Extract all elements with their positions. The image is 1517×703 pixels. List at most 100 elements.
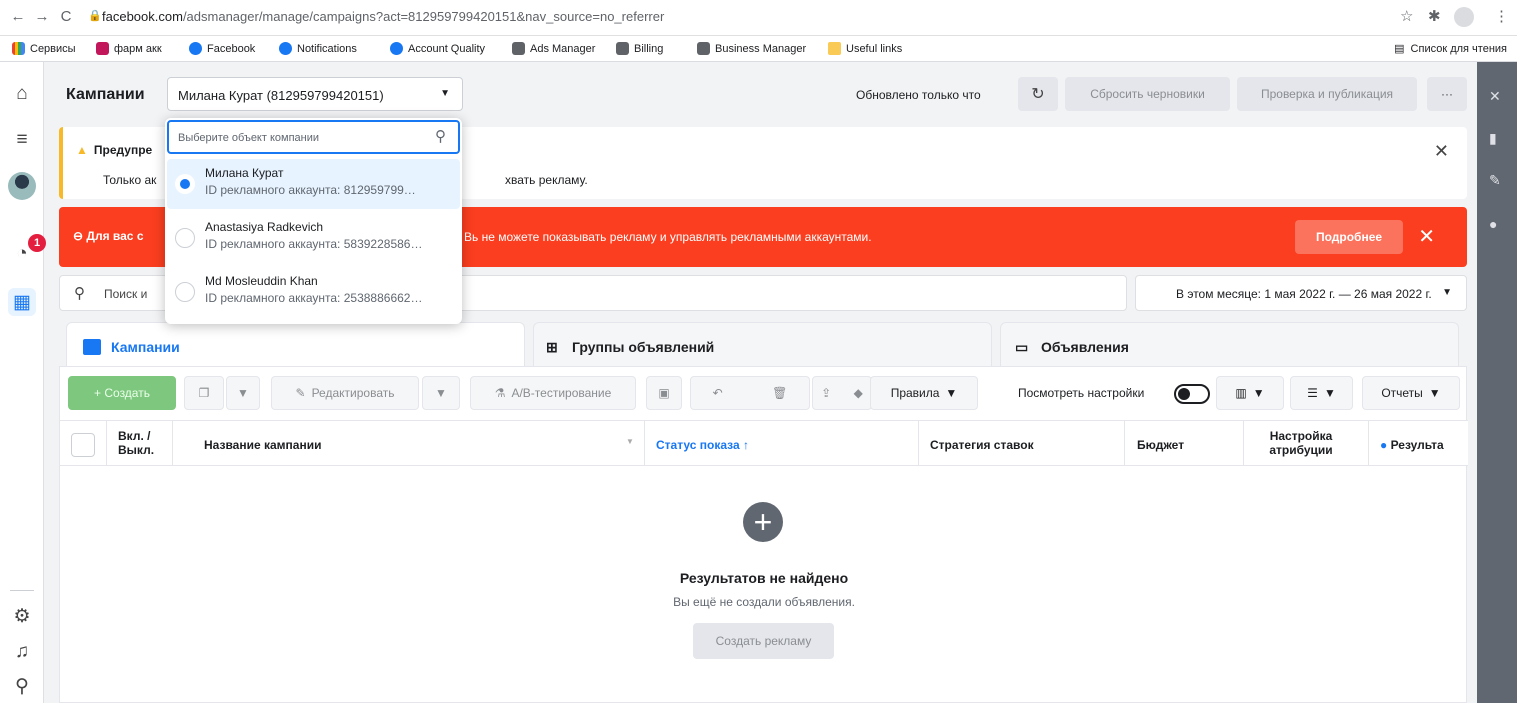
duplicate-menu-button[interactable]: ▼ xyxy=(226,376,260,410)
bookmark-useful-links[interactable]: Useful links xyxy=(828,42,902,55)
clipboard-button[interactable]: ▣ xyxy=(646,376,682,410)
rules-button[interactable]: Правила ▼ xyxy=(870,376,978,410)
more-button[interactable]: ··· xyxy=(1427,77,1467,111)
reading-list[interactable]: ▤ Список для чтения xyxy=(1394,42,1507,56)
column-results[interactable]: ● Результа xyxy=(1380,438,1466,452)
ab-test-button[interactable]: ⚗ A/B-тестирование xyxy=(470,376,636,410)
tab-campaigns[interactable]: Кампании xyxy=(66,322,525,370)
reload-icon[interactable]: C xyxy=(56,8,76,25)
select-all-checkbox[interactable] xyxy=(71,433,95,457)
duplicate-button[interactable]: ❐ xyxy=(184,376,224,410)
view-settings-toggle[interactable] xyxy=(1174,384,1210,404)
menu-icon[interactable]: ⋮ xyxy=(1494,7,1509,25)
back-icon[interactable]: ← xyxy=(8,8,28,25)
columns-button[interactable]: ▥ ▼ xyxy=(1216,376,1284,410)
column-divider xyxy=(644,421,645,465)
grid-icon: ⊞ xyxy=(546,339,558,355)
bell-icon[interactable]: ♫ xyxy=(8,638,36,666)
account-id: ID рекламного аккаунта: 5839228586… xyxy=(205,237,423,251)
bookmark-notifications[interactable]: Notifications xyxy=(279,42,357,55)
breakdown-button[interactable]: ☰ ▼ xyxy=(1290,376,1353,410)
breakdown-icon: ☰ xyxy=(1307,386,1318,400)
close-icon[interactable]: ✕ xyxy=(1434,141,1449,162)
edit-button[interactable]: ✎ Редактировать xyxy=(271,376,419,410)
account-selector-value: Милана Курат (812959799420151) xyxy=(178,88,384,103)
empty-state-title: Результатов не найдено xyxy=(679,570,849,586)
column-onoff[interactable]: Вкл. / Выкл. xyxy=(118,429,162,457)
profile-avatar[interactable] xyxy=(1454,7,1474,27)
browser-toolbar: ← → C 🔒 facebook.com/adsmanager/manage/c… xyxy=(0,0,1517,36)
column-divider xyxy=(1368,421,1369,465)
bookmark-farm[interactable]: фарм акк xyxy=(96,42,162,55)
close-icon[interactable]: ✕ xyxy=(1489,88,1501,105)
chevron-down-icon[interactable]: ▼ xyxy=(626,437,634,446)
bookmark-billing[interactable]: Billing xyxy=(616,42,663,55)
account-id: ID рекламного аккаунта: 812959799… xyxy=(205,183,416,197)
flask-icon: ⚗ xyxy=(494,386,506,400)
reports-button[interactable]: Отчеты ▼ xyxy=(1362,376,1460,410)
column-budget[interactable]: Бюджет xyxy=(1137,438,1184,452)
account-option[interactable]: Md Mosleuddin Khan ID рекламного аккаунт… xyxy=(167,267,460,317)
add-icon[interactable]: + xyxy=(743,502,783,542)
tab-ads[interactable]: ▭ Объявления xyxy=(1000,322,1459,370)
radio-selected[interactable] xyxy=(175,174,195,194)
account-name: Anastasiya Radkevich xyxy=(205,220,324,234)
create-button[interactable]: + Создать xyxy=(68,376,176,410)
close-icon[interactable]: ✕ xyxy=(1418,224,1435,249)
settings-icon[interactable]: ⚙ xyxy=(8,602,36,630)
column-attribution[interactable]: Настройка атрибуции xyxy=(1256,429,1346,457)
star-icon[interactable]: ☆ xyxy=(1400,7,1413,25)
pencil-icon: ✎ xyxy=(295,386,306,400)
chart-icon[interactable]: ▮ xyxy=(1489,130,1497,147)
facebook-icon xyxy=(390,42,403,55)
url-path: /adsmanager/manage/campaigns?act=8129597… xyxy=(182,9,665,24)
column-name[interactable]: Название кампании xyxy=(204,438,321,452)
account-search-input[interactable]: Выберите объект компании ⚲ xyxy=(167,120,460,154)
refresh-button[interactable]: ↻ xyxy=(1018,77,1058,111)
clock-icon[interactable]: ● xyxy=(1489,216,1497,232)
address-bar[interactable]: facebook.com/adsmanager/manage/campaigns… xyxy=(102,9,664,24)
bookmark-services[interactable]: Сервисы xyxy=(12,42,76,55)
review-publish-button[interactable]: Проверка и публикация xyxy=(1237,77,1417,111)
bookmark-business-manager[interactable]: Business Manager xyxy=(697,42,806,55)
ad-icon: ▭ xyxy=(1015,339,1029,355)
radio-unselected[interactable] xyxy=(175,228,195,248)
warning-icon: ▲ xyxy=(76,143,88,157)
edit-menu-button[interactable]: ▼ xyxy=(422,376,460,410)
reset-drafts-button[interactable]: Сбросить черновики xyxy=(1065,77,1230,111)
avatar[interactable] xyxy=(8,172,36,200)
trash-icon[interactable]: 🗑 xyxy=(772,386,787,400)
forward-icon[interactable]: → xyxy=(32,8,52,25)
refresh-icon: ↻ xyxy=(1031,86,1045,103)
tab-ad-sets[interactable]: ⊞ Группы объявлений xyxy=(533,322,992,370)
error-title: Для вас с xyxy=(86,229,144,243)
date-range-picker[interactable]: В этом месяце: 1 мая 2022 г. — 26 мая 20… xyxy=(1135,275,1467,311)
column-bid-strategy[interactable]: Стратегия ставок xyxy=(930,438,1034,452)
account-selector[interactable]: Милана Курат (812959799420151) ▼ xyxy=(167,77,463,111)
account-dropdown: Выберите объект компании ⚲ Милана Курат … xyxy=(165,118,462,324)
table-icon[interactable]: ▦ xyxy=(8,288,36,316)
url-host: facebook.com xyxy=(102,9,183,24)
create-ad-button[interactable]: Создать рекламу xyxy=(693,623,834,659)
bookmark-facebook[interactable]: Facebook xyxy=(189,42,255,55)
search-icon[interactable]: ⚲ xyxy=(8,672,36,700)
chevron-down-icon: ▼ xyxy=(1442,287,1452,298)
bookmark-ads-manager[interactable]: Ads Manager xyxy=(512,42,595,55)
info-icon: ● xyxy=(1380,438,1391,452)
tag-icon[interactable]: ◆ xyxy=(854,386,863,400)
hamburger-menu-icon[interactable]: ≡ xyxy=(8,126,36,154)
undo-icon[interactable]: ↶ xyxy=(713,386,723,400)
account-option[interactable]: Anastasiya Radkevich ID рекламного аккау… xyxy=(167,213,460,263)
apps-icon xyxy=(12,42,25,55)
lock-icon[interactable]: 🔒 xyxy=(88,9,102,22)
pencil-icon[interactable]: ✎ xyxy=(1489,172,1501,189)
column-status[interactable]: Статус показа ↑ xyxy=(656,438,749,452)
export-icon[interactable]: ⇪ xyxy=(821,386,831,400)
home-icon[interactable]: ⌂ xyxy=(8,80,36,108)
radio-unselected[interactable] xyxy=(175,282,195,302)
bookmark-account-quality[interactable]: Account Quality xyxy=(390,42,485,55)
account-option[interactable]: Милана Курат ID рекламного аккаунта: 812… xyxy=(167,159,460,209)
learn-more-button[interactable]: Подробнее xyxy=(1295,220,1403,254)
extensions-icon[interactable]: ✱ xyxy=(1428,7,1441,25)
right-side-rail: ✕ ▮ ✎ ● xyxy=(1477,62,1517,703)
